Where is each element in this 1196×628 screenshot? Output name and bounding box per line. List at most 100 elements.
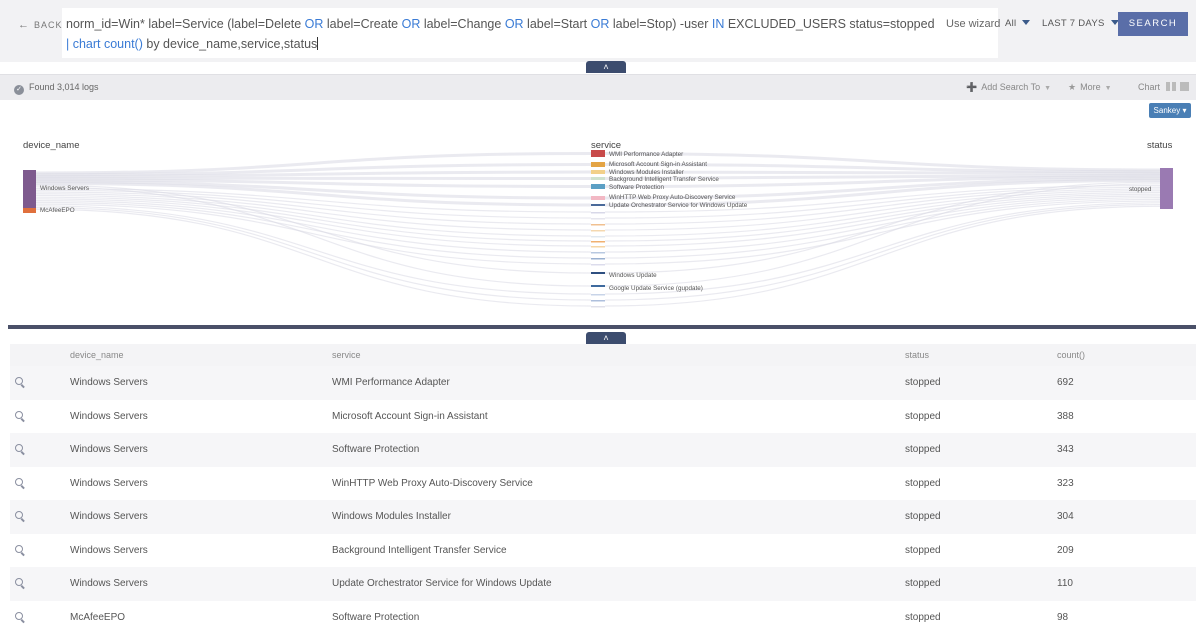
sankey-node-service[interactable] xyxy=(591,204,605,206)
cell-service: Software Protection xyxy=(332,611,420,623)
sankey-chart: device_name service status Windows Serve… xyxy=(23,140,1173,308)
row-drilldown-cell xyxy=(10,534,70,568)
table-row[interactable]: Windows Servers Update Orchestrator Servi… xyxy=(10,567,1196,601)
chart-type-select[interactable]: Sankey ▾ xyxy=(1149,103,1191,118)
sankey-node-service-minor[interactable] xyxy=(591,306,605,308)
sankey-node-service-minor[interactable] xyxy=(591,241,605,243)
row-drilldown-cell xyxy=(10,500,70,534)
table-body: Windows Servers WMI Performance Adapter st… xyxy=(10,366,1196,628)
header-count[interactable]: count() xyxy=(1057,344,1196,366)
time-range-select[interactable]: LAST 7 DAYS xyxy=(1042,18,1119,29)
sankey-node-service[interactable] xyxy=(591,184,605,189)
sankey-link xyxy=(35,186,592,287)
header-device-name[interactable]: device_name xyxy=(70,344,332,366)
sankey-node-service-minor[interactable] xyxy=(591,294,605,296)
results-count: ✓ Found 3,014 logs xyxy=(14,82,99,95)
table-row[interactable]: Windows Servers Windows Modules Installer… xyxy=(10,500,1196,534)
table-row[interactable]: McAfeeEPO Software Protection stopped 98 xyxy=(10,601,1196,628)
sankey-node-service[interactable] xyxy=(591,272,605,274)
back-button[interactable]: ← BACK xyxy=(18,19,63,31)
column-title-service: service xyxy=(591,140,621,151)
cell-device-name: Windows Servers xyxy=(70,511,148,522)
table-row[interactable]: Windows Servers WMI Performance Adapter st… xyxy=(10,366,1196,400)
back-arrow-icon: ← xyxy=(18,19,30,31)
sankey-node-service-minor[interactable] xyxy=(591,212,605,214)
results-count-text: Found 3,014 logs xyxy=(29,82,99,92)
use-wizard-link[interactable]: Use wizard xyxy=(946,18,1000,30)
chart-view-toggle[interactable]: Chart xyxy=(1138,82,1190,92)
cell-count: 323 xyxy=(1057,477,1074,489)
sankey-node-target[interactable] xyxy=(1160,168,1173,209)
cell-device-name: Windows Servers xyxy=(70,578,148,589)
cell-service: Software Protection xyxy=(332,444,420,455)
sankey-node-service[interactable] xyxy=(591,170,605,174)
sankey-node-service[interactable] xyxy=(591,150,605,157)
query-input[interactable]: norm_id=Win* label=Service (label=Delete… xyxy=(62,8,998,58)
cell-count: 110 xyxy=(1057,578,1073,589)
chevron-down-icon: ▼ xyxy=(1044,85,1052,92)
cell-status: stopped xyxy=(905,377,941,388)
sankey-node-service-minor[interactable] xyxy=(591,258,605,260)
sankey-node-service-minor[interactable] xyxy=(591,230,605,232)
sankey-node-service-minor[interactable] xyxy=(591,300,605,302)
header-status[interactable]: status xyxy=(905,344,1057,366)
repo-select[interactable]: All xyxy=(1005,18,1031,29)
search-icon[interactable] xyxy=(15,544,23,553)
sankey-node-service[interactable] xyxy=(591,162,605,167)
search-icon[interactable] xyxy=(15,511,23,519)
search-icon[interactable] xyxy=(15,611,23,620)
table-header: device_name service status count() xyxy=(10,344,1196,366)
search-icon[interactable] xyxy=(15,410,23,419)
search-icon[interactable] xyxy=(15,377,23,385)
more-button[interactable]: ★ More ▼ xyxy=(1068,82,1112,93)
cell-device-name: Windows Servers xyxy=(70,410,148,422)
sankey-node-label: stopped xyxy=(1129,186,1152,193)
pane-divider[interactable] xyxy=(8,325,1196,329)
collapse-chart-toggle[interactable]: ˄ xyxy=(586,332,626,344)
collapse-query-toggle[interactable]: ˄ xyxy=(586,61,626,73)
cell-count: 98 xyxy=(1057,611,1069,623)
query-keyword: OR xyxy=(304,17,324,31)
search-button[interactable]: SEARCH xyxy=(1118,12,1188,36)
row-drilldown-cell xyxy=(10,601,70,628)
sankey-node-service-minor[interactable] xyxy=(591,246,605,248)
sankey-node-service-minor[interactable] xyxy=(591,236,605,238)
query-bar: ← BACK norm_id=Win* label=Service (label=… xyxy=(0,0,1196,62)
search-icon[interactable] xyxy=(15,444,23,452)
sankey-node-service[interactable] xyxy=(591,177,605,180)
table-row[interactable]: Windows Servers Background Intelligent Tr… xyxy=(10,534,1196,568)
query-text: label=Create xyxy=(323,17,402,31)
sankey-node-label: WMI Performance Adapter xyxy=(609,151,683,158)
cell-status: stopped xyxy=(905,578,941,589)
chart-type-value: Sankey xyxy=(1153,106,1181,115)
sankey-node-source[interactable] xyxy=(23,170,36,208)
search-icon[interactable] xyxy=(15,477,23,486)
sankey-node-service-minor[interactable] xyxy=(591,264,605,266)
results-table: device_name service status count() Windo… xyxy=(10,344,1196,628)
sankey-node-service[interactable] xyxy=(591,285,605,287)
header-service[interactable]: service xyxy=(332,344,905,366)
sankey-node-label: Google Update Service (gupdate) xyxy=(609,285,703,292)
time-range-value: LAST 7 DAYS xyxy=(1042,18,1105,29)
cell-count: 343 xyxy=(1057,444,1074,455)
cell-service: Update Orchestrator Service for Windows … xyxy=(332,578,552,589)
add-search-to-button[interactable]: ➕ Add Search To ▼ xyxy=(966,82,1051,93)
chart-view-icon xyxy=(1166,82,1171,91)
query-keyword: OR xyxy=(504,17,524,31)
sankey-node-service-minor[interactable] xyxy=(591,252,605,254)
table-row[interactable]: Windows Servers WinHTTP Web Proxy Auto-Di… xyxy=(10,467,1196,501)
search-icon[interactable] xyxy=(15,578,23,586)
cell-count: 304 xyxy=(1057,511,1074,522)
sankey-node-service-minor[interactable] xyxy=(591,218,605,220)
table-row[interactable]: Windows Servers Software Protection stoppe… xyxy=(10,433,1196,467)
plus-circle-icon: ➕ xyxy=(966,82,978,92)
sankey-node-service-minor[interactable] xyxy=(591,224,605,226)
table-row[interactable]: Windows Servers Microsoft Account Sign-in… xyxy=(10,400,1196,434)
query-text: EXCLUDED_USERS status=stopped xyxy=(724,17,935,31)
sankey-node-source[interactable] xyxy=(23,208,36,213)
row-drilldown-cell xyxy=(10,467,70,501)
sankey-node-label: Windows Update xyxy=(609,272,657,279)
sankey-node-service[interactable] xyxy=(591,196,605,200)
row-drilldown-cell xyxy=(10,400,70,434)
row-drilldown-cell xyxy=(10,366,70,400)
